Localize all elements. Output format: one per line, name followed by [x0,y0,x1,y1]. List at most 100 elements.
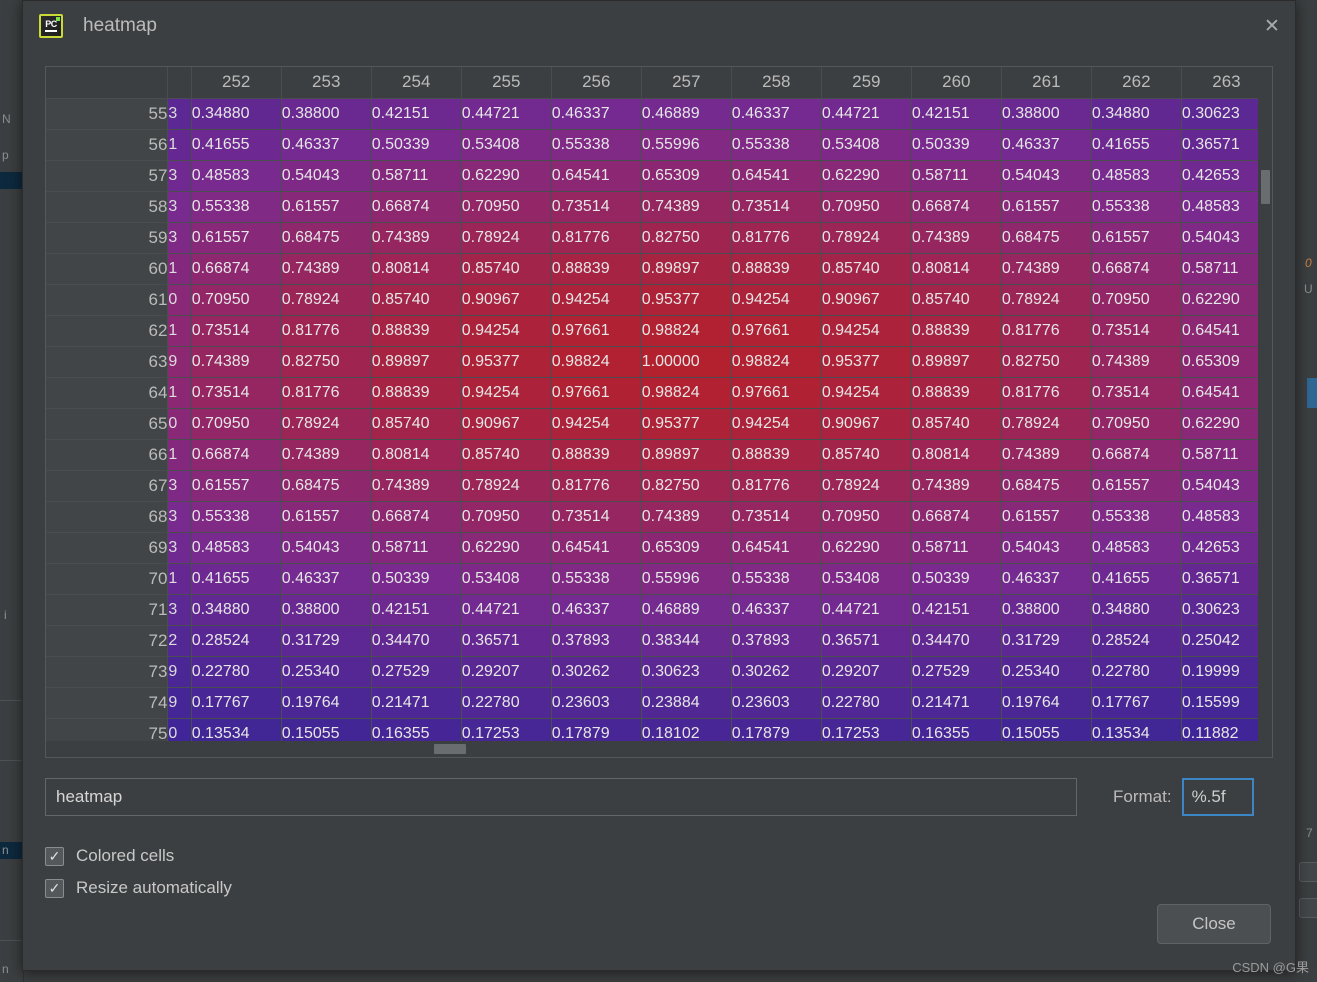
heatmap-cell[interactable]: 0.23603 [731,687,822,719]
heatmap-cell[interactable]: 0.65309 [641,160,732,192]
heatmap-cell[interactable]: 0.94254 [461,315,552,347]
heatmap-cell[interactable]: 0.36571 [821,625,912,657]
row-header[interactable]: 74 [46,687,169,719]
column-header[interactable]: 258 [731,67,822,99]
clipped-cell[interactable]: 1 [167,129,192,161]
heatmap-cell[interactable]: 0.36571 [461,625,552,657]
heatmap-cell[interactable]: 0.66874 [371,191,462,223]
heatmap-cell[interactable]: 0.70950 [1091,284,1182,316]
heatmap-cell[interactable]: 0.13534 [1091,718,1182,741]
heatmap-cell[interactable]: 0.50339 [371,129,462,161]
heatmap-cell[interactable]: 0.66874 [191,253,282,285]
heatmap-cell[interactable]: 0.19764 [1001,687,1092,719]
heatmap-cell[interactable]: 0.81776 [1001,315,1092,347]
heatmap-cell[interactable]: 0.74389 [911,470,1002,502]
heatmap-cell[interactable]: 0.95377 [461,346,552,378]
heatmap-cell[interactable]: 0.31729 [1001,625,1092,657]
heatmap-cell[interactable]: 0.73514 [1091,315,1182,347]
heatmap-cell[interactable]: 0.70950 [191,408,282,440]
heatmap-cell[interactable]: 0.85740 [911,408,1002,440]
heatmap-cell[interactable]: 0.55338 [731,563,822,595]
row-header[interactable]: 60 [46,253,169,285]
clipped-cell[interactable]: 1 [167,253,192,285]
heatmap-cell[interactable]: 0.50339 [371,563,462,595]
heatmap-cell[interactable]: 0.22780 [461,687,552,719]
heatmap-cell[interactable]: 0.68475 [281,470,372,502]
heatmap-cell[interactable]: 0.46337 [731,98,822,130]
heatmap-cell[interactable]: 0.37893 [731,625,822,657]
heatmap-cell[interactable]: 0.73514 [551,191,642,223]
heatmap-cell[interactable]: 0.16355 [911,718,1002,741]
column-header[interactable]: 252 [191,67,282,99]
heatmap-cell[interactable]: 0.81776 [731,470,822,502]
heatmap-cell[interactable]: 0.70950 [1091,408,1182,440]
heatmap-cell[interactable]: 0.78924 [821,470,912,502]
heatmap-cell[interactable]: 0.66874 [371,501,462,533]
clipped-cell[interactable]: 0 [167,408,192,440]
heatmap-cell[interactable]: 0.88839 [731,439,822,471]
heatmap-cell[interactable]: 0.82750 [1001,346,1092,378]
heatmap-cell[interactable]: 0.48583 [191,160,282,192]
heatmap-cell[interactable]: 0.55338 [191,191,282,223]
clipped-cell[interactable]: 3 [167,594,192,626]
heatmap-cell[interactable]: 0.85740 [371,408,462,440]
heatmap-cell[interactable]: 0.30262 [551,656,642,688]
heatmap-cell[interactable]: 0.78924 [1001,408,1092,440]
heatmap-cell[interactable]: 0.41655 [1091,563,1182,595]
heatmap-cell[interactable]: 0.62290 [461,532,552,564]
heatmap-cell[interactable]: 0.22780 [191,656,282,688]
heatmap-cell[interactable]: 0.55338 [551,129,642,161]
heatmap-cell[interactable]: 0.81776 [551,470,642,502]
clipped-cell[interactable]: 1 [167,563,192,595]
heatmap-cell[interactable]: 0.74389 [371,222,462,254]
clipped-cell[interactable]: 1 [167,315,192,347]
horizontal-scrollbar[interactable] [46,741,1272,757]
heatmap-cell[interactable]: 0.82750 [641,470,732,502]
row-header[interactable]: 73 [46,656,169,688]
heatmap-cell[interactable]: 0.17767 [1091,687,1182,719]
heatmap-cell[interactable]: 0.88839 [551,253,642,285]
heatmap-cell[interactable]: 0.16355 [371,718,462,741]
heatmap-cell[interactable]: 0.58711 [911,160,1002,192]
heatmap-cell[interactable]: 0.53408 [461,129,552,161]
heatmap-cell[interactable]: 0.25340 [281,656,372,688]
heatmap-cell[interactable]: 0.58711 [911,532,1002,564]
row-header[interactable]: 57 [46,160,169,192]
clipped-cell[interactable]: 3 [167,501,192,533]
heatmap-cell[interactable]: 0.74389 [1001,253,1092,285]
heatmap-cell[interactable]: 0.95377 [641,408,732,440]
heatmap-cell[interactable]: 0.55338 [551,563,642,595]
heatmap-cell[interactable]: 0.78924 [461,470,552,502]
row-header[interactable]: 55 [46,98,169,130]
heatmap-cell[interactable]: 0.17253 [461,718,552,741]
column-header[interactable]: 257 [641,67,732,99]
row-header[interactable]: 58 [46,191,169,223]
heatmap-cell[interactable]: 0.80814 [911,439,1002,471]
row-header[interactable]: 68 [46,501,169,533]
heatmap-cell[interactable]: 0.70950 [821,501,912,533]
heatmap-cell[interactable]: 0.88839 [911,315,1002,347]
heatmap-cell[interactable]: 0.38800 [281,594,372,626]
clipped-cell[interactable]: 3 [167,222,192,254]
row-header[interactable]: 59 [46,222,169,254]
row-header[interactable]: 62 [46,315,169,347]
heatmap-cell[interactable]: 0.29207 [821,656,912,688]
row-header[interactable]: 72 [46,625,169,657]
heatmap-cell[interactable]: 0.42151 [911,594,1002,626]
heatmap-cell[interactable]: 0.23884 [641,687,732,719]
column-header[interactable]: 256 [551,67,642,99]
heatmap-cell[interactable]: 0.46889 [641,594,732,626]
heatmap-cell[interactable]: 0.62290 [821,532,912,564]
vertical-scrollbar[interactable] [1258,67,1272,741]
heatmap-cell[interactable]: 0.89897 [641,439,732,471]
heatmap-cell[interactable]: 0.88839 [551,439,642,471]
heatmap-cell[interactable]: 0.61557 [281,501,372,533]
heatmap-cell[interactable]: 0.64541 [731,532,822,564]
row-header[interactable]: 61 [46,284,169,316]
heatmap-cell[interactable]: 0.70950 [461,191,552,223]
heatmap-cell[interactable]: 0.66874 [1091,253,1182,285]
heatmap-cell[interactable]: 0.38800 [1001,98,1092,130]
heatmap-cell[interactable]: 0.61557 [1001,501,1092,533]
heatmap-cell[interactable]: 0.27529 [911,656,1002,688]
heatmap-cell[interactable]: 0.53408 [821,129,912,161]
